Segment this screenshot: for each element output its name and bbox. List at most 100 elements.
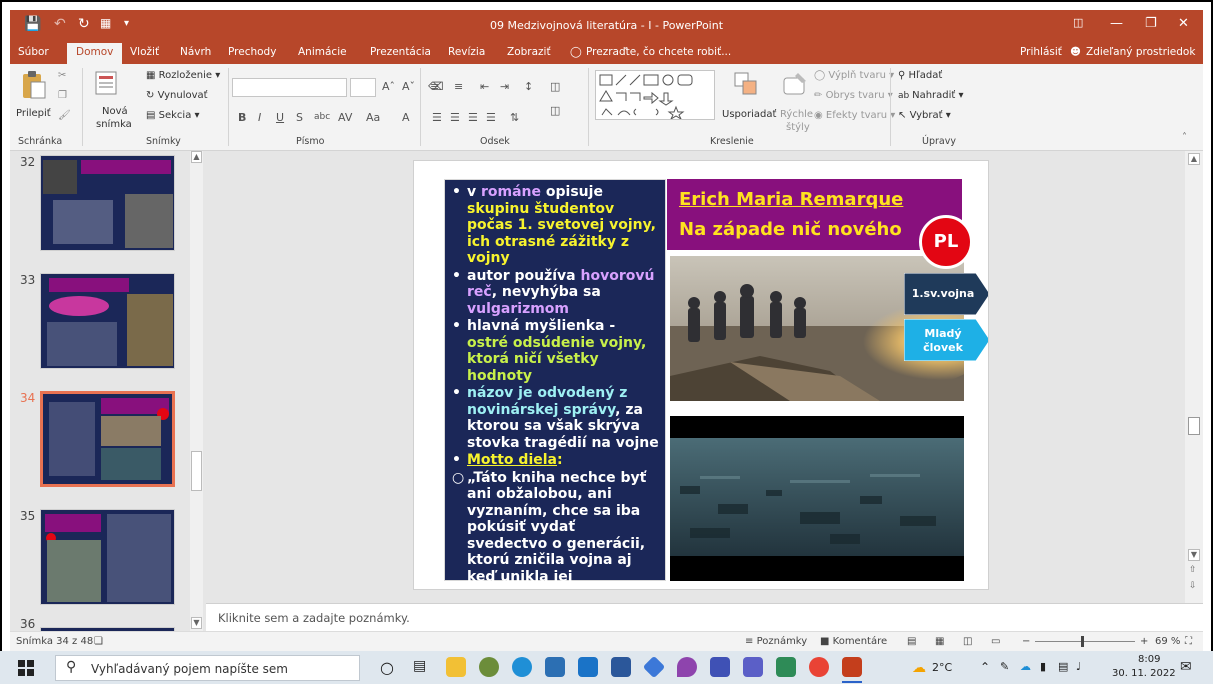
tab-slideshow[interactable]: Prezentácia: [370, 46, 431, 58]
file-explorer-icon[interactable]: [446, 657, 466, 677]
tell-me-search[interactable]: Prezraďte, čo chcete robiť...: [586, 46, 731, 58]
notes-pane[interactable]: Kliknite sem a zadajte poznámky.: [206, 603, 1203, 631]
tab-insert[interactable]: Vložiť: [130, 46, 159, 58]
italic-icon[interactable]: I: [258, 111, 261, 124]
current-slide[interactable]: • v románe opisuje skupinu študentov poča…: [413, 160, 989, 590]
replace-button[interactable]: ab Nahradiť ▾: [898, 90, 964, 101]
scroll-up-icon[interactable]: ▲: [191, 151, 202, 163]
slideshow-icon[interactable]: ▭: [991, 636, 1000, 647]
character-spacing-icon[interactable]: AV: [338, 111, 352, 124]
shape-effects-button[interactable]: ◉ Efekty tvaru ▾: [814, 110, 895, 121]
tab-view[interactable]: Zobraziť: [507, 46, 551, 58]
slide-thumbnail-34[interactable]: [40, 391, 175, 487]
layout-button[interactable]: ▦ Rozloženie ▾: [146, 70, 220, 81]
change-case-icon[interactable]: Aa: [366, 111, 380, 124]
pl-badge[interactable]: PL: [919, 215, 973, 269]
network-icon[interactable]: ▤: [1058, 660, 1068, 673]
decrease-font-icon[interactable]: Aˇ: [402, 80, 415, 93]
slide-sorter-icon[interactable]: ▦: [935, 636, 944, 647]
arrange-icon[interactable]: [732, 70, 760, 100]
scroll-thumb[interactable]: [1188, 417, 1200, 435]
tab-review[interactable]: Revízia: [448, 46, 485, 58]
taskbar-search[interactable]: ⚲ Vyhľadávaný pojem napíšte sem: [55, 655, 360, 681]
slide-title-box[interactable]: Erich Maria Remarque Na západe nič novéh…: [667, 179, 962, 250]
chrome-icon[interactable]: [809, 657, 829, 677]
align-left-icon[interactable]: ☰: [432, 111, 442, 124]
word-icon[interactable]: [611, 657, 631, 677]
previous-slide-icon[interactable]: ⇧: [1189, 565, 1197, 575]
store-icon[interactable]: [545, 657, 565, 677]
slide-thumbnail-32[interactable]: [40, 155, 175, 251]
slide-text-box[interactable]: • v románe opisuje skupinu študentov poča…: [444, 179, 666, 589]
new-slide-icon[interactable]: [94, 70, 118, 98]
shape-outline-button[interactable]: ✏ Obrys tvaru ▾: [814, 90, 893, 101]
battery-icon[interactable]: ▮: [1040, 660, 1046, 673]
pen-icon[interactable]: ✎: [1000, 660, 1009, 673]
numbering-icon[interactable]: ≡: [454, 80, 463, 93]
notifications-icon[interactable]: ✉: [1180, 659, 1192, 675]
share-button[interactable]: Zdieľaný prostriedok: [1086, 46, 1195, 58]
reset-button[interactable]: ↻ Vynulovať: [146, 90, 208, 101]
windows-start-icon[interactable]: [18, 660, 34, 676]
comments-toggle[interactable]: ■ Komentáre: [820, 636, 887, 647]
align-text-icon[interactable]: ◫: [550, 104, 560, 117]
cortana-icon[interactable]: ○: [380, 658, 394, 677]
zoom-out-icon[interactable]: −: [1022, 636, 1030, 647]
find-button[interactable]: ⚲ Hľadať: [898, 70, 942, 81]
font-color-icon[interactable]: A: [402, 111, 410, 124]
slide-thumbnail-35[interactable]: [40, 509, 175, 605]
volume-icon[interactable]: ♩: [1076, 660, 1081, 673]
ribbon-display-options-icon[interactable]: ◫: [1073, 16, 1083, 29]
slide-scrollbar[interactable]: ▲ ▼ ⇧ ⇩: [1185, 151, 1203, 603]
select-button[interactable]: ↖ Vybrať ▾: [898, 110, 951, 121]
app-icon[interactable]: [642, 655, 666, 679]
tab-home[interactable]: Domov: [67, 43, 123, 64]
shape-fill-button[interactable]: ◯ Výplň tvaru ▾: [814, 70, 894, 81]
spell-check-icon[interactable]: ❏: [94, 636, 103, 647]
mail-icon[interactable]: [578, 657, 598, 677]
sign-in-link[interactable]: Prihlásiť: [1020, 46, 1062, 58]
zoom-level[interactable]: 69 %: [1155, 636, 1180, 647]
app-drop-icon[interactable]: [677, 657, 697, 677]
shapes-gallery[interactable]: [595, 70, 715, 121]
increase-indent-icon[interactable]: ⇥: [500, 80, 509, 93]
text-direction-icon[interactable]: ⇅: [510, 111, 519, 124]
fit-to-window-icon[interactable]: ⛶: [1185, 636, 1192, 647]
copy-icon[interactable]: ❐: [58, 90, 67, 101]
bold-icon[interactable]: B: [238, 111, 246, 124]
scroll-up-icon[interactable]: ▲: [1188, 153, 1200, 165]
quick-styles-label-1[interactable]: Rýchle: [780, 109, 813, 120]
ruined-city-photo[interactable]: [670, 416, 964, 581]
weather-icon[interactable]: ☁: [912, 660, 926, 676]
bullets-icon[interactable]: ≡: [430, 80, 439, 93]
line-spacing-icon[interactable]: ↕: [524, 80, 533, 93]
slides-pane-scrollbar[interactable]: ▲ ▼: [190, 151, 203, 631]
zoom-slider[interactable]: [1035, 636, 1135, 647]
minimize-icon[interactable]: —: [1110, 16, 1123, 31]
font-size-combo[interactable]: [350, 78, 376, 97]
arrange-button[interactable]: Usporiadať: [722, 109, 776, 120]
scroll-down-icon[interactable]: ▼: [1188, 549, 1200, 561]
tab-animations[interactable]: Animácie: [298, 46, 347, 58]
section-button[interactable]: ▤ Sekcia ▾: [146, 110, 200, 121]
paint-icon[interactable]: [479, 657, 499, 677]
columns-icon[interactable]: ◫: [550, 80, 560, 93]
tab-transitions[interactable]: Prechody: [228, 46, 276, 58]
reading-view-icon[interactable]: ◫: [963, 636, 972, 647]
zoom-in-icon[interactable]: +: [1140, 636, 1148, 647]
underline-icon[interactable]: U: [276, 111, 284, 124]
font-family-combo[interactable]: [232, 78, 347, 97]
shadow-icon[interactable]: S: [296, 111, 303, 124]
zoom-slider-thumb[interactable]: [1081, 636, 1084, 647]
slide-thumbnail-33[interactable]: [40, 273, 175, 369]
onedrive-icon[interactable]: ☁: [1020, 660, 1031, 673]
justify-icon[interactable]: ☰: [486, 111, 496, 124]
cut-icon[interactable]: ✂: [58, 70, 66, 81]
tab-design[interactable]: Návrh: [180, 46, 211, 58]
clock-time[interactable]: 8:09: [1138, 654, 1160, 665]
normal-view-icon[interactable]: ▤: [907, 636, 916, 647]
weather-temp[interactable]: 2°C: [932, 661, 952, 674]
quick-styles-label-2[interactable]: štýly: [786, 122, 810, 133]
strikethrough-icon[interactable]: abc: [314, 112, 330, 122]
close-icon[interactable]: ✕: [1178, 16, 1189, 31]
